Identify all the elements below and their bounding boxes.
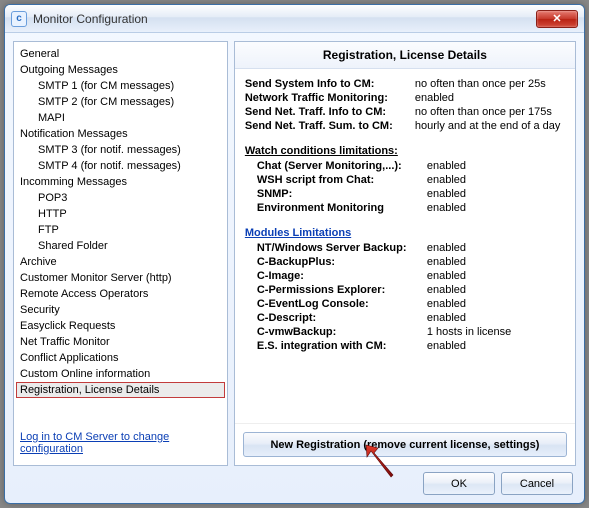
- setting-label: WSH script from Chat:: [245, 174, 427, 186]
- setting-row: WSH script from Chat:enabled: [245, 173, 565, 187]
- setting-value: enabled: [427, 312, 565, 324]
- tree-item[interactable]: Security: [16, 302, 225, 318]
- setting-label: E.S. integration with CM:: [245, 340, 427, 352]
- app-icon: c: [11, 11, 27, 27]
- setting-label: Chat (Server Monitoring,...):: [245, 160, 427, 172]
- tree-item[interactable]: MAPI: [16, 110, 225, 126]
- setting-value: enabled: [427, 202, 565, 214]
- tree-item[interactable]: SMTP 4 (for notif. messages): [16, 158, 225, 174]
- tree-item[interactable]: Archive: [16, 254, 225, 270]
- setting-value: 1 hosts in license: [427, 326, 565, 338]
- setting-row: C-Permissions Explorer:enabled: [245, 283, 565, 297]
- new-registration-button[interactable]: New Registration (remove current license…: [243, 432, 567, 457]
- setting-value: enabled: [415, 92, 565, 104]
- setting-row: C-BackupPlus:enabled: [245, 255, 565, 269]
- tree-item[interactable]: HTTP: [16, 206, 225, 222]
- close-icon: ✕: [552, 12, 561, 25]
- setting-row: C-vmwBackup:1 hosts in license: [245, 325, 565, 339]
- setting-row: NT/Windows Server Backup:enabled: [245, 241, 565, 255]
- setting-label: Send Net. Traff. Info to CM:: [245, 106, 415, 118]
- tree-item[interactable]: Incomming Messages: [16, 174, 225, 190]
- titlebar[interactable]: c Monitor Configuration ✕: [5, 5, 584, 33]
- tree-item[interactable]: Registration, License Details: [16, 382, 225, 398]
- setting-row: C-Descript:enabled: [245, 311, 565, 325]
- setting-label: NT/Windows Server Backup:: [245, 242, 427, 254]
- tree-item[interactable]: SMTP 2 (for CM messages): [16, 94, 225, 110]
- tree-item[interactable]: SMTP 1 (for CM messages): [16, 78, 225, 94]
- config-server-link[interactable]: Log in to CM Server to change configurat…: [16, 425, 225, 461]
- setting-label: SNMP:: [245, 188, 427, 200]
- tree-item[interactable]: Custom Online information: [16, 366, 225, 382]
- cancel-button[interactable]: Cancel: [501, 472, 573, 495]
- watch-conditions-group: Chat (Server Monitoring,...):enabledWSH …: [245, 159, 565, 215]
- setting-row: C-EventLog Console:enabled: [245, 297, 565, 311]
- tree-item[interactable]: Net Traffic Monitor: [16, 334, 225, 350]
- setting-value: enabled: [427, 160, 565, 172]
- setting-label: Network Traffic Monitoring:: [245, 92, 415, 104]
- setting-row: Chat (Server Monitoring,...):enabled: [245, 159, 565, 173]
- tree-item[interactable]: Customer Monitor Server (http): [16, 270, 225, 286]
- dialog-window: c Monitor Configuration ✕ GeneralOutgoin…: [4, 4, 585, 504]
- setting-row: E.S. integration with CM:enabled: [245, 339, 565, 353]
- setting-label: C-Descript:: [245, 312, 427, 324]
- setting-label: C-Permissions Explorer:: [245, 284, 427, 296]
- setting-row: Send System Info to CM:no often than onc…: [245, 77, 565, 91]
- setting-value: no often than once per 175s: [415, 106, 565, 118]
- tree-item[interactable]: FTP: [16, 222, 225, 238]
- setting-row: Send Net. Traff. Info to CM:no often tha…: [245, 105, 565, 119]
- setting-label: C-Image:: [245, 270, 427, 282]
- setting-value: enabled: [427, 340, 565, 352]
- setting-value: enabled: [427, 270, 565, 282]
- tree-item[interactable]: General: [16, 46, 225, 62]
- dialog-button-bar: OK Cancel: [13, 472, 576, 495]
- window-title: Monitor Configuration: [33, 12, 536, 26]
- setting-value: enabled: [427, 174, 565, 186]
- tree-item[interactable]: POP3: [16, 190, 225, 206]
- split-panes: GeneralOutgoing MessagesSMTP 1 (for CM m…: [13, 41, 576, 466]
- setting-label: Send Net. Traff. Sum. to CM:: [245, 120, 415, 132]
- setting-value: enabled: [427, 284, 565, 296]
- setting-row: SNMP:enabled: [245, 187, 565, 201]
- main-settings-group: Send System Info to CM:no often than onc…: [245, 77, 565, 133]
- setting-value: enabled: [427, 242, 565, 254]
- tree-item[interactable]: SMTP 3 (for notif. messages): [16, 142, 225, 158]
- setting-row: Send Net. Traff. Sum. to CM:hourly and a…: [245, 119, 565, 133]
- nav-tree[interactable]: GeneralOutgoing MessagesSMTP 1 (for CM m…: [13, 41, 228, 466]
- detail-footer: New Registration (remove current license…: [235, 423, 575, 465]
- tree-item[interactable]: Notification Messages: [16, 126, 225, 142]
- setting-label: C-BackupPlus:: [245, 256, 427, 268]
- detail-body: Send System Info to CM:no often than onc…: [235, 69, 575, 423]
- setting-value: enabled: [427, 298, 565, 310]
- ok-button[interactable]: OK: [423, 472, 495, 495]
- setting-value: enabled: [427, 188, 565, 200]
- setting-row: C-Image:enabled: [245, 269, 565, 283]
- setting-value: no often than once per 25s: [415, 78, 565, 90]
- client-area: GeneralOutgoing MessagesSMTP 1 (for CM m…: [5, 33, 584, 503]
- tree-item[interactable]: Outgoing Messages: [16, 62, 225, 78]
- tree-item[interactable]: Conflict Applications: [16, 350, 225, 366]
- detail-title: Registration, License Details: [235, 42, 575, 69]
- modules-limitations-heading[interactable]: Modules Limitations: [245, 227, 565, 239]
- setting-label: C-vmwBackup:: [245, 326, 427, 338]
- setting-value: hourly and at the end of a day: [415, 120, 565, 132]
- setting-row: Environment Monitoringenabled: [245, 201, 565, 215]
- tree-item[interactable]: Remote Access Operators: [16, 286, 225, 302]
- setting-row: Network Traffic Monitoring:enabled: [245, 91, 565, 105]
- setting-label: C-EventLog Console:: [245, 298, 427, 310]
- setting-value: enabled: [427, 256, 565, 268]
- watch-conditions-heading: Watch conditions limitations:: [245, 145, 565, 157]
- tree-item[interactable]: Easyclick Requests: [16, 318, 225, 334]
- setting-label: Send System Info to CM:: [245, 78, 415, 90]
- detail-panel: Registration, License Details Send Syste…: [234, 41, 576, 466]
- modules-group: NT/Windows Server Backup:enabledC-Backup…: [245, 241, 565, 353]
- tree-item[interactable]: Shared Folder: [16, 238, 225, 254]
- setting-label: Environment Monitoring: [245, 202, 427, 214]
- close-button[interactable]: ✕: [536, 10, 578, 28]
